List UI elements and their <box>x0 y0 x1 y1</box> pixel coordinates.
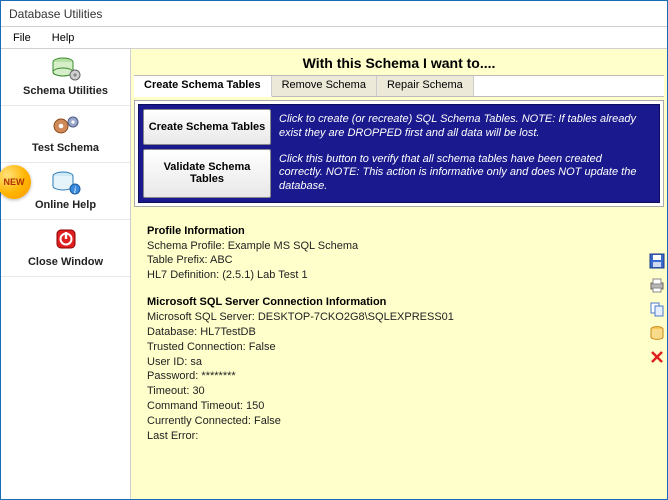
save-icon[interactable] <box>649 253 665 269</box>
sidebar-label: Online Help <box>1 199 130 211</box>
action-box: Create Schema Tables Click to create (or… <box>138 104 660 203</box>
tab-repair-schema[interactable]: Repair Schema <box>377 76 474 96</box>
profile-prefix: Table Prefix: ABC <box>147 253 661 268</box>
tab-remove-schema[interactable]: Remove Schema <box>272 76 377 96</box>
conn-server: Microsoft SQL Server: DESKTOP-7CKO2G8\SQ… <box>147 310 661 325</box>
sidebar: Schema Utilities Test Schema i Online He… <box>1 49 131 499</box>
create-schema-desc: Click to create (or recreate) SQL Schema… <box>271 109 655 145</box>
menu-file[interactable]: File <box>13 32 31 44</box>
tab-panel: Create Schema Tables Click to create (or… <box>134 100 664 207</box>
database-icon[interactable] <box>649 325 665 341</box>
gears-icon <box>49 112 83 140</box>
conn-lasterror: Last Error: <box>147 429 661 444</box>
power-icon <box>49 226 83 254</box>
validate-schema-tables-button[interactable]: Validate Schema Tables <box>143 149 271 198</box>
menu-help[interactable]: Help <box>52 32 75 44</box>
profile-schema: Schema Profile: Example MS SQL Schema <box>147 239 661 254</box>
delete-icon[interactable] <box>649 349 665 365</box>
side-toolbar <box>647 253 667 365</box>
info-panel: Profile Information Schema Profile: Exam… <box>147 218 661 495</box>
copy-icon[interactable] <box>649 301 665 317</box>
main-heading: With this Schema I want to.... <box>131 49 667 75</box>
profile-hl7def: HL7 Definition: (2.5.1) Lab Test 1 <box>147 268 661 283</box>
conn-database: Database: HL7TestDB <box>147 325 661 340</box>
conn-userid: User ID: sa <box>147 355 661 370</box>
create-schema-tables-button[interactable]: Create Schema Tables <box>143 109 271 145</box>
sidebar-label: Test Schema <box>1 142 130 154</box>
menu-bar: File Help <box>1 27 667 49</box>
conn-heading: Microsoft SQL Server Connection Informat… <box>147 295 661 310</box>
database-gear-icon <box>49 55 83 83</box>
conn-timeout: Timeout: 30 <box>147 384 661 399</box>
sidebar-item-test-schema[interactable]: Test Schema <box>1 106 130 163</box>
database-info-icon: i <box>49 169 83 197</box>
tab-strip: Create Schema Tables Remove Schema Repai… <box>134 75 664 97</box>
tab-create-schema-tables[interactable]: Create Schema Tables <box>134 76 272 97</box>
conn-connected: Currently Connected: False <box>147 414 661 429</box>
main-area: With this Schema I want to.... Create Sc… <box>131 49 667 499</box>
sidebar-item-close-window[interactable]: Close Window <box>1 220 130 277</box>
conn-trusted: Trusted Connection: False <box>147 340 661 355</box>
conn-password: Password: ******** <box>147 369 661 384</box>
validate-schema-desc: Click this button to verify that all sch… <box>271 149 655 198</box>
window-title: Database Utilities <box>9 7 102 21</box>
sidebar-label: Schema Utilities <box>1 85 130 97</box>
profile-heading: Profile Information <box>147 224 661 239</box>
sidebar-item-schema-utilities[interactable]: Schema Utilities <box>1 49 130 106</box>
conn-cmdtimeout: Command Timeout: 150 <box>147 399 661 414</box>
window-titlebar: Database Utilities <box>1 1 667 27</box>
print-icon[interactable] <box>649 277 665 293</box>
sidebar-label: Close Window <box>1 256 130 268</box>
